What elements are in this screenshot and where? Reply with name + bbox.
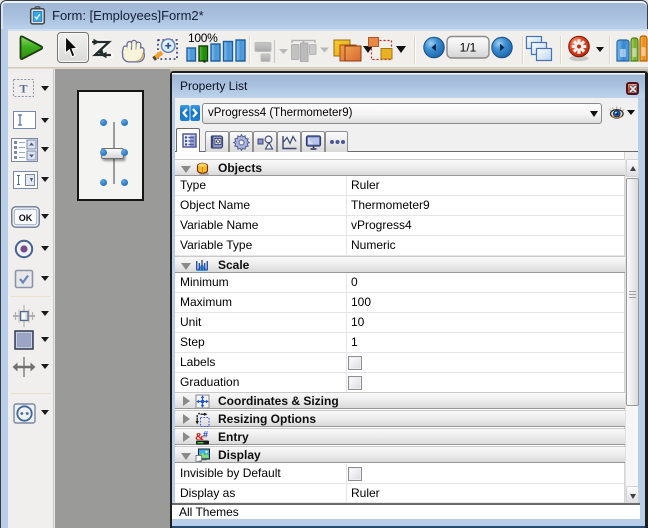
svg-text:T: T bbox=[19, 82, 27, 96]
svg-text:1/1: 1/1 bbox=[460, 41, 477, 55]
svg-text:OK: OK bbox=[19, 213, 33, 223]
svg-text:#: # bbox=[203, 430, 208, 440]
